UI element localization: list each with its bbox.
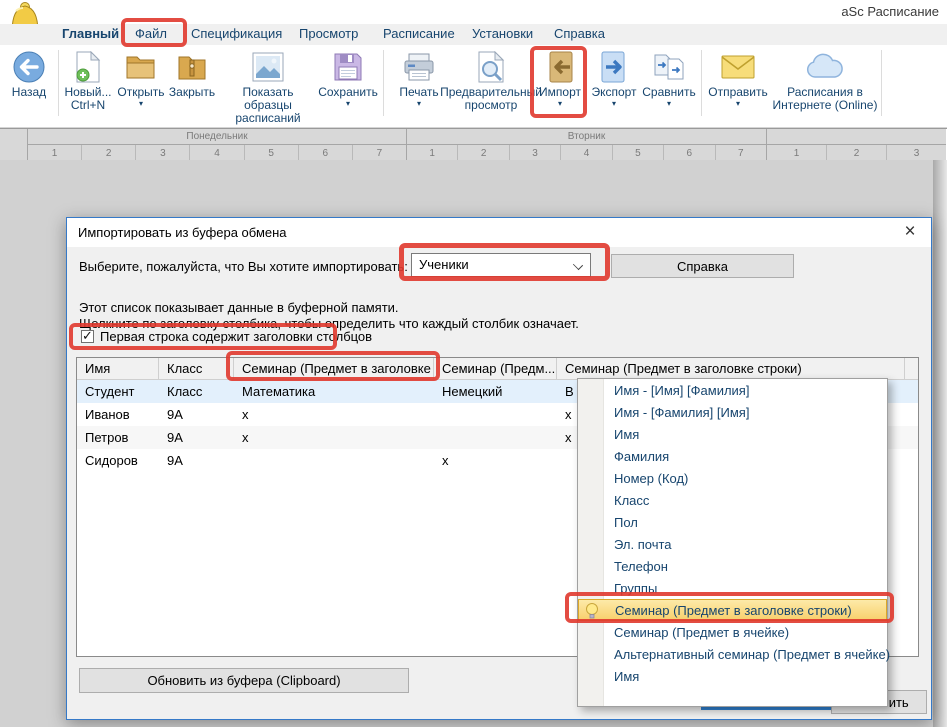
floppy-disk-icon xyxy=(333,48,363,86)
menu-item[interactable]: Имя - [Фамилия] [Имя] xyxy=(578,401,887,423)
chevron-down-icon xyxy=(573,260,583,270)
export-icon xyxy=(600,48,628,86)
dropdown-caret-icon[interactable]: ▾ xyxy=(612,100,616,108)
cloud-icon xyxy=(804,48,846,86)
menu-item[interactable]: Эл. почта xyxy=(578,533,887,555)
column-header-seminar-row-2[interactable]: Семинар (Предмет в заголовке строки) xyxy=(557,358,905,379)
timetable-header: Понедельник Вторник 1234567 1234567 123 xyxy=(0,128,947,163)
menu-item[interactable]: Имя xyxy=(578,665,887,687)
menu-item-file[interactable]: Файл xyxy=(135,26,167,41)
menu-item-help[interactable]: Справка xyxy=(554,26,605,41)
column-mapping-context-menu: Имя - [Имя] [Фамилия] Имя - [Фамилия] [И… xyxy=(577,378,888,707)
column-header-name[interactable]: Имя xyxy=(77,358,159,379)
day-header-next xyxy=(767,129,946,145)
import-type-dropdown[interactable]: Ученики xyxy=(411,253,591,277)
table-header-row: Имя Класс Семинар (Предмет в заголовке с… xyxy=(77,358,918,380)
day-header-tuesday: Вторник xyxy=(407,129,767,145)
day-header-monday: Понедельник xyxy=(28,129,407,145)
page-magnifier-icon xyxy=(476,48,506,86)
first-row-headers-checkbox[interactable]: ✓ Первая строка содержит заголовки столб… xyxy=(81,329,372,344)
dialog-title: Импортировать из буфера обмена xyxy=(78,225,287,240)
select-import-label: Выберите, пожалуйста, что Вы хотите импо… xyxy=(79,259,408,274)
ribbon-separator xyxy=(881,50,882,116)
new-button[interactable]: Новый... Ctrl+N xyxy=(61,48,115,112)
dropdown-caret-icon[interactable]: ▾ xyxy=(736,100,740,108)
menu-item-timetable[interactable]: Расписание xyxy=(383,26,455,41)
dropdown-caret-icon[interactable]: ▾ xyxy=(139,100,143,108)
online-timetables-button[interactable]: Расписания в Интернете (Online) xyxy=(772,48,878,112)
dropdown-caret-icon[interactable]: ▾ xyxy=(417,100,421,108)
menu-item-options[interactable]: Установки xyxy=(472,26,533,41)
menu-item[interactable]: Группы xyxy=(578,577,887,599)
open-folder-icon xyxy=(125,48,157,86)
periods-next: 123 xyxy=(767,145,946,161)
compare-pages-icon xyxy=(652,48,686,86)
menu-item[interactable]: Семинар (Предмет в ячейке) xyxy=(578,621,887,643)
grid-corner-cell xyxy=(0,129,28,145)
menu-item-highlighted[interactable]: Семинар (Предмет в заголовке строки) xyxy=(578,599,887,621)
help-button[interactable]: Справка xyxy=(611,254,794,278)
menu-item[interactable]: Имя - [Имя] [Фамилия] xyxy=(578,379,887,401)
envelope-icon xyxy=(721,48,755,86)
close-file-button[interactable]: Закрыть xyxy=(167,48,217,99)
dialog-titlebar[interactable]: Импортировать из буфера обмена × xyxy=(67,218,931,247)
vertical-scrollbar[interactable] xyxy=(933,160,947,727)
menu-item[interactable]: Имя xyxy=(578,423,887,445)
dropdown-caret-icon[interactable]: ▾ xyxy=(346,100,350,108)
show-samples-button[interactable]: Показать образцы расписаний xyxy=(217,48,319,125)
check-icon: ✓ xyxy=(82,328,93,344)
compare-button[interactable]: Сравнить ▾ xyxy=(641,48,697,108)
menu-item[interactable]: Номер (Код) xyxy=(578,467,887,489)
menu-item[interactable]: Пол xyxy=(578,511,887,533)
dropdown-caret-icon[interactable]: ▾ xyxy=(667,100,671,108)
periods-monday: 1234567 xyxy=(28,145,407,161)
new-file-icon xyxy=(75,48,101,86)
dropdown-caret-icon[interactable]: ▾ xyxy=(558,100,562,108)
menu-item[interactable]: Фамилия xyxy=(578,445,887,467)
close-icon[interactable]: × xyxy=(899,221,921,243)
refresh-clipboard-button[interactable]: Обновить из буфера (Clipboard) xyxy=(79,668,409,693)
export-button[interactable]: Экспорт ▾ xyxy=(587,48,641,108)
menu-item-spec[interactable]: Спецификация xyxy=(191,26,282,41)
ribbon-separator xyxy=(383,50,384,116)
column-header-seminar-truncated[interactable]: Семинар (Предм... xyxy=(434,358,557,379)
menu-item-view[interactable]: Просмотр xyxy=(299,26,358,41)
lightbulb-icon xyxy=(585,603,599,622)
ribbon-toolbar: Назад Новый... Ctrl+N Открыть ▾ Закрыть … xyxy=(0,45,947,128)
periods-tuesday: 1234567 xyxy=(407,145,767,161)
menu-bar: Главный Файл Спецификация Просмотр Распи… xyxy=(0,24,947,45)
column-header-filler xyxy=(905,358,918,379)
menu-item[interactable]: Класс xyxy=(578,489,887,511)
checkbox-label: Первая строка содержит заголовки столбцо… xyxy=(100,329,372,344)
ribbon-separator xyxy=(58,50,59,116)
picture-icon xyxy=(252,48,284,86)
column-header-class[interactable]: Класс xyxy=(159,358,234,379)
dropdown-value: Ученики xyxy=(419,257,469,272)
column-header-seminar-row[interactable]: Семинар (Предмет в заголовке строки) xyxy=(234,358,434,379)
app-title: aSc Расписание xyxy=(841,4,939,19)
menu-item-main[interactable]: Главный xyxy=(62,26,119,41)
ribbon-separator xyxy=(701,50,702,116)
checkbox-box[interactable]: ✓ xyxy=(81,330,94,343)
menu-item[interactable]: Альтернативный семинар (Предмет в ячейке… xyxy=(578,643,887,665)
import-icon xyxy=(546,48,574,86)
info-line-1: Этот список показывает данные в буферной… xyxy=(79,300,399,315)
print-preview-button[interactable]: Предварительный просмотр xyxy=(448,48,534,112)
import-button[interactable]: Импорт ▾ xyxy=(534,48,586,108)
menu-item[interactable]: Телефон xyxy=(578,555,887,577)
grid-corner-cell xyxy=(0,145,28,161)
back-button[interactable]: Назад xyxy=(4,48,54,99)
back-icon xyxy=(12,48,46,86)
open-button[interactable]: Открыть ▾ xyxy=(115,48,167,108)
send-button[interactable]: Отправить ▾ xyxy=(706,48,770,108)
save-button[interactable]: Сохранить ▾ xyxy=(319,48,377,108)
archive-folder-icon xyxy=(177,48,207,86)
printer-icon xyxy=(403,48,435,86)
